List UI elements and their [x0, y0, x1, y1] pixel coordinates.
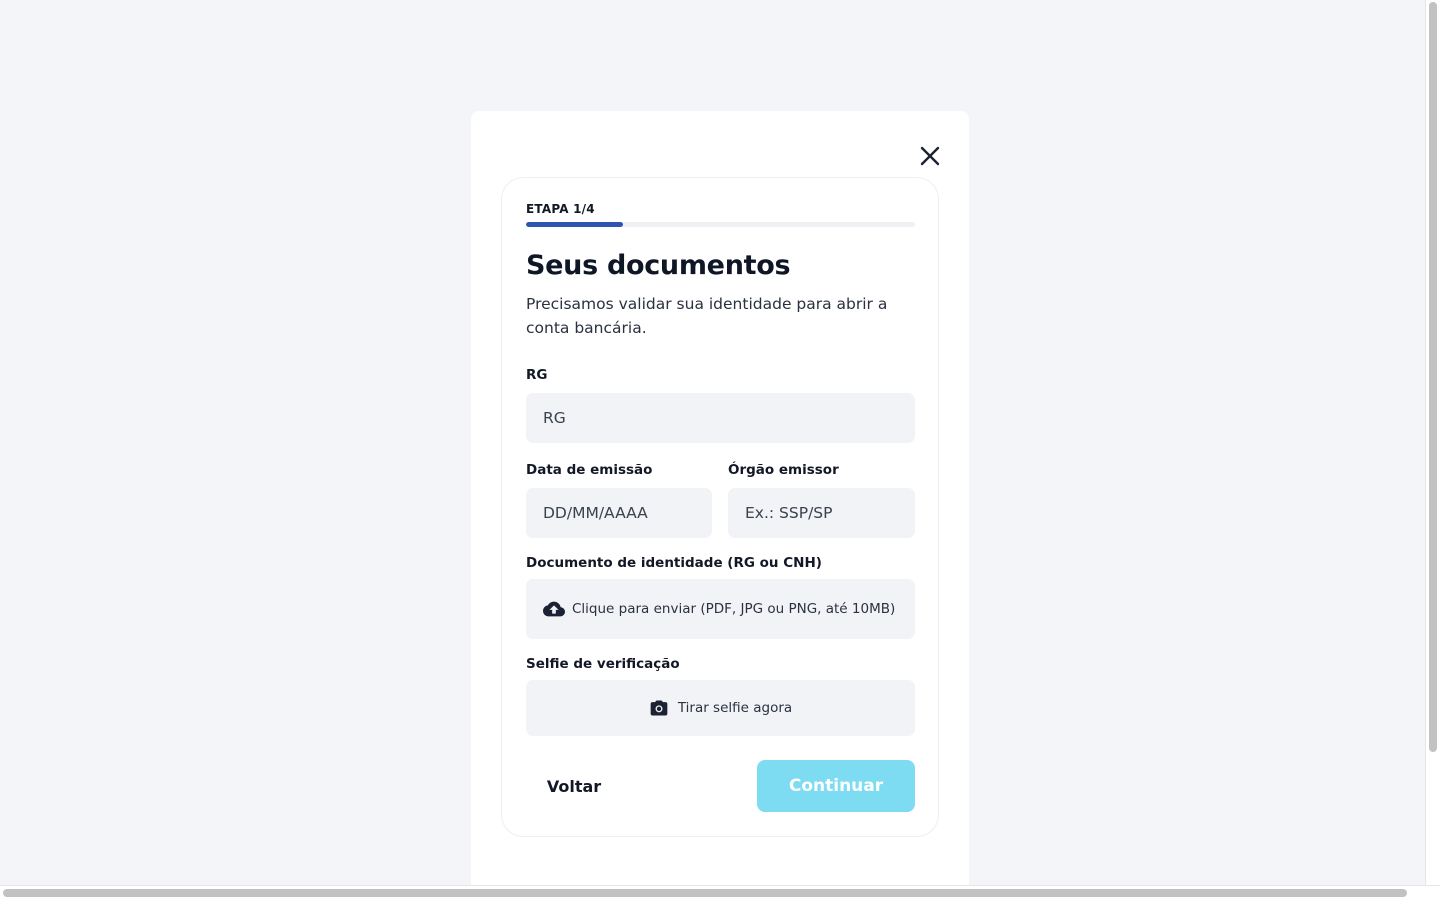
step-label: ETAPA 1/4 [526, 202, 595, 216]
issue-date-label: Data de emissão [526, 462, 653, 478]
document-modal: ETAPA 1/4 Seus documentos Precisamos val… [471, 111, 969, 885]
form-card: ETAPA 1/4 Seus documentos Precisamos val… [501, 177, 939, 837]
camera-icon [650, 700, 668, 716]
rg-label: RG [526, 367, 548, 383]
horizontal-scrollbar[interactable] [0, 885, 1440, 900]
document-upload-button[interactable]: Clique para enviar (PDF, JPG ou PNG, até… [526, 579, 915, 639]
issue-date-input[interactable] [526, 488, 712, 538]
take-selfie-text: Tirar selfie agora [677, 700, 793, 716]
back-button[interactable]: Voltar [526, 760, 622, 812]
vertical-scrollbar[interactable] [1425, 0, 1440, 885]
document-upload-label: Documento de identidade (RG ou CNH) [526, 555, 822, 571]
selfie-label: Selfie de verificação [526, 656, 680, 672]
continue-button[interactable]: Continuar [757, 760, 915, 812]
horizontal-scrollbar-thumb[interactable] [3, 889, 1407, 897]
cloud-upload-icon [543, 601, 565, 617]
step-progress-fill [526, 222, 624, 227]
issuer-input[interactable] [728, 488, 915, 538]
page-title: Seus documentos [526, 250, 791, 281]
issuer-label: Órgão emissor [728, 462, 839, 478]
step-progress-bar [526, 222, 915, 227]
rg-input[interactable] [526, 393, 915, 443]
close-icon [920, 146, 940, 166]
page-subtitle: Precisamos validar sua identidade para a… [526, 295, 888, 337]
close-button[interactable] [918, 144, 942, 168]
document-upload-text: Clique para enviar (PDF, JPG ou PNG, até… [572, 600, 896, 617]
vertical-scrollbar-thumb[interactable] [1429, 2, 1437, 752]
take-selfie-button[interactable]: Tirar selfie agora [526, 680, 915, 736]
